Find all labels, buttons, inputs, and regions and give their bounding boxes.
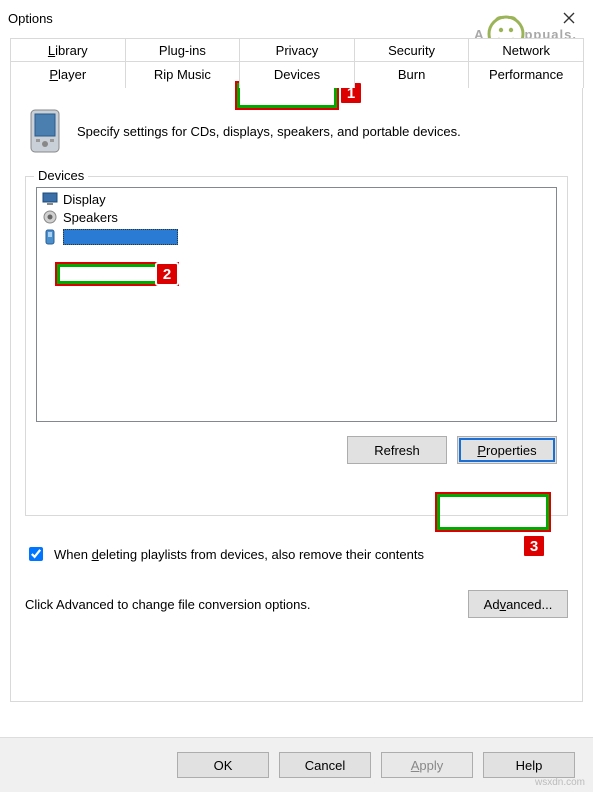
device-list[interactable]: Display Speakers bbox=[36, 187, 557, 422]
monitor-icon bbox=[41, 191, 59, 207]
selected-device-highlight bbox=[63, 229, 178, 245]
portable-device-icon bbox=[41, 229, 59, 245]
tab-performance[interactable]: Performance bbox=[468, 61, 584, 88]
refresh-button[interactable]: Refresh bbox=[347, 436, 447, 464]
window-title: Options bbox=[8, 11, 553, 26]
tab-player[interactable]: Player bbox=[10, 61, 126, 88]
tab-plugins[interactable]: Plug-ins bbox=[125, 38, 241, 62]
close-icon bbox=[563, 12, 575, 24]
advanced-button[interactable]: Advanced... bbox=[468, 590, 568, 618]
devices-fieldset: Devices Display Speakers Refresh Propert… bbox=[25, 176, 568, 516]
checkbox-label[interactable]: When deleting playlists from devices, al… bbox=[54, 547, 424, 562]
delete-playlists-checkbox[interactable] bbox=[29, 547, 43, 561]
tab-security[interactable]: Security bbox=[354, 38, 470, 62]
tab-privacy[interactable]: Privacy bbox=[239, 38, 355, 62]
fieldset-label: Devices bbox=[34, 168, 88, 183]
properties-button[interactable]: Properties bbox=[457, 436, 557, 464]
cancel-button[interactable]: Cancel bbox=[279, 752, 371, 778]
dialog-footer: OK Cancel Apply Help bbox=[0, 737, 593, 792]
tab-devices[interactable]: Devices bbox=[239, 61, 355, 88]
device-item-portable[interactable] bbox=[39, 228, 554, 246]
tab-library[interactable]: Library bbox=[10, 38, 126, 62]
device-label: Display bbox=[63, 192, 106, 207]
description-text: Specify settings for CDs, displays, spea… bbox=[77, 124, 461, 139]
tab-rip-music[interactable]: Rip Music bbox=[125, 61, 241, 88]
advanced-description: Click Advanced to change file conversion… bbox=[25, 597, 310, 612]
device-item-display[interactable]: Display bbox=[39, 190, 554, 208]
device-label: Speakers bbox=[63, 210, 118, 225]
ok-button[interactable]: OK bbox=[177, 752, 269, 778]
apply-button: Apply bbox=[381, 752, 473, 778]
help-button[interactable]: Help bbox=[483, 752, 575, 778]
close-button[interactable] bbox=[553, 6, 585, 30]
speaker-icon bbox=[41, 209, 59, 225]
tab-burn[interactable]: Burn bbox=[354, 61, 470, 88]
device-item-speakers[interactable]: Speakers bbox=[39, 208, 554, 226]
tab-network[interactable]: Network bbox=[468, 38, 584, 62]
pda-icon bbox=[25, 106, 65, 156]
attribution-text: wsxdn.com bbox=[535, 777, 585, 788]
